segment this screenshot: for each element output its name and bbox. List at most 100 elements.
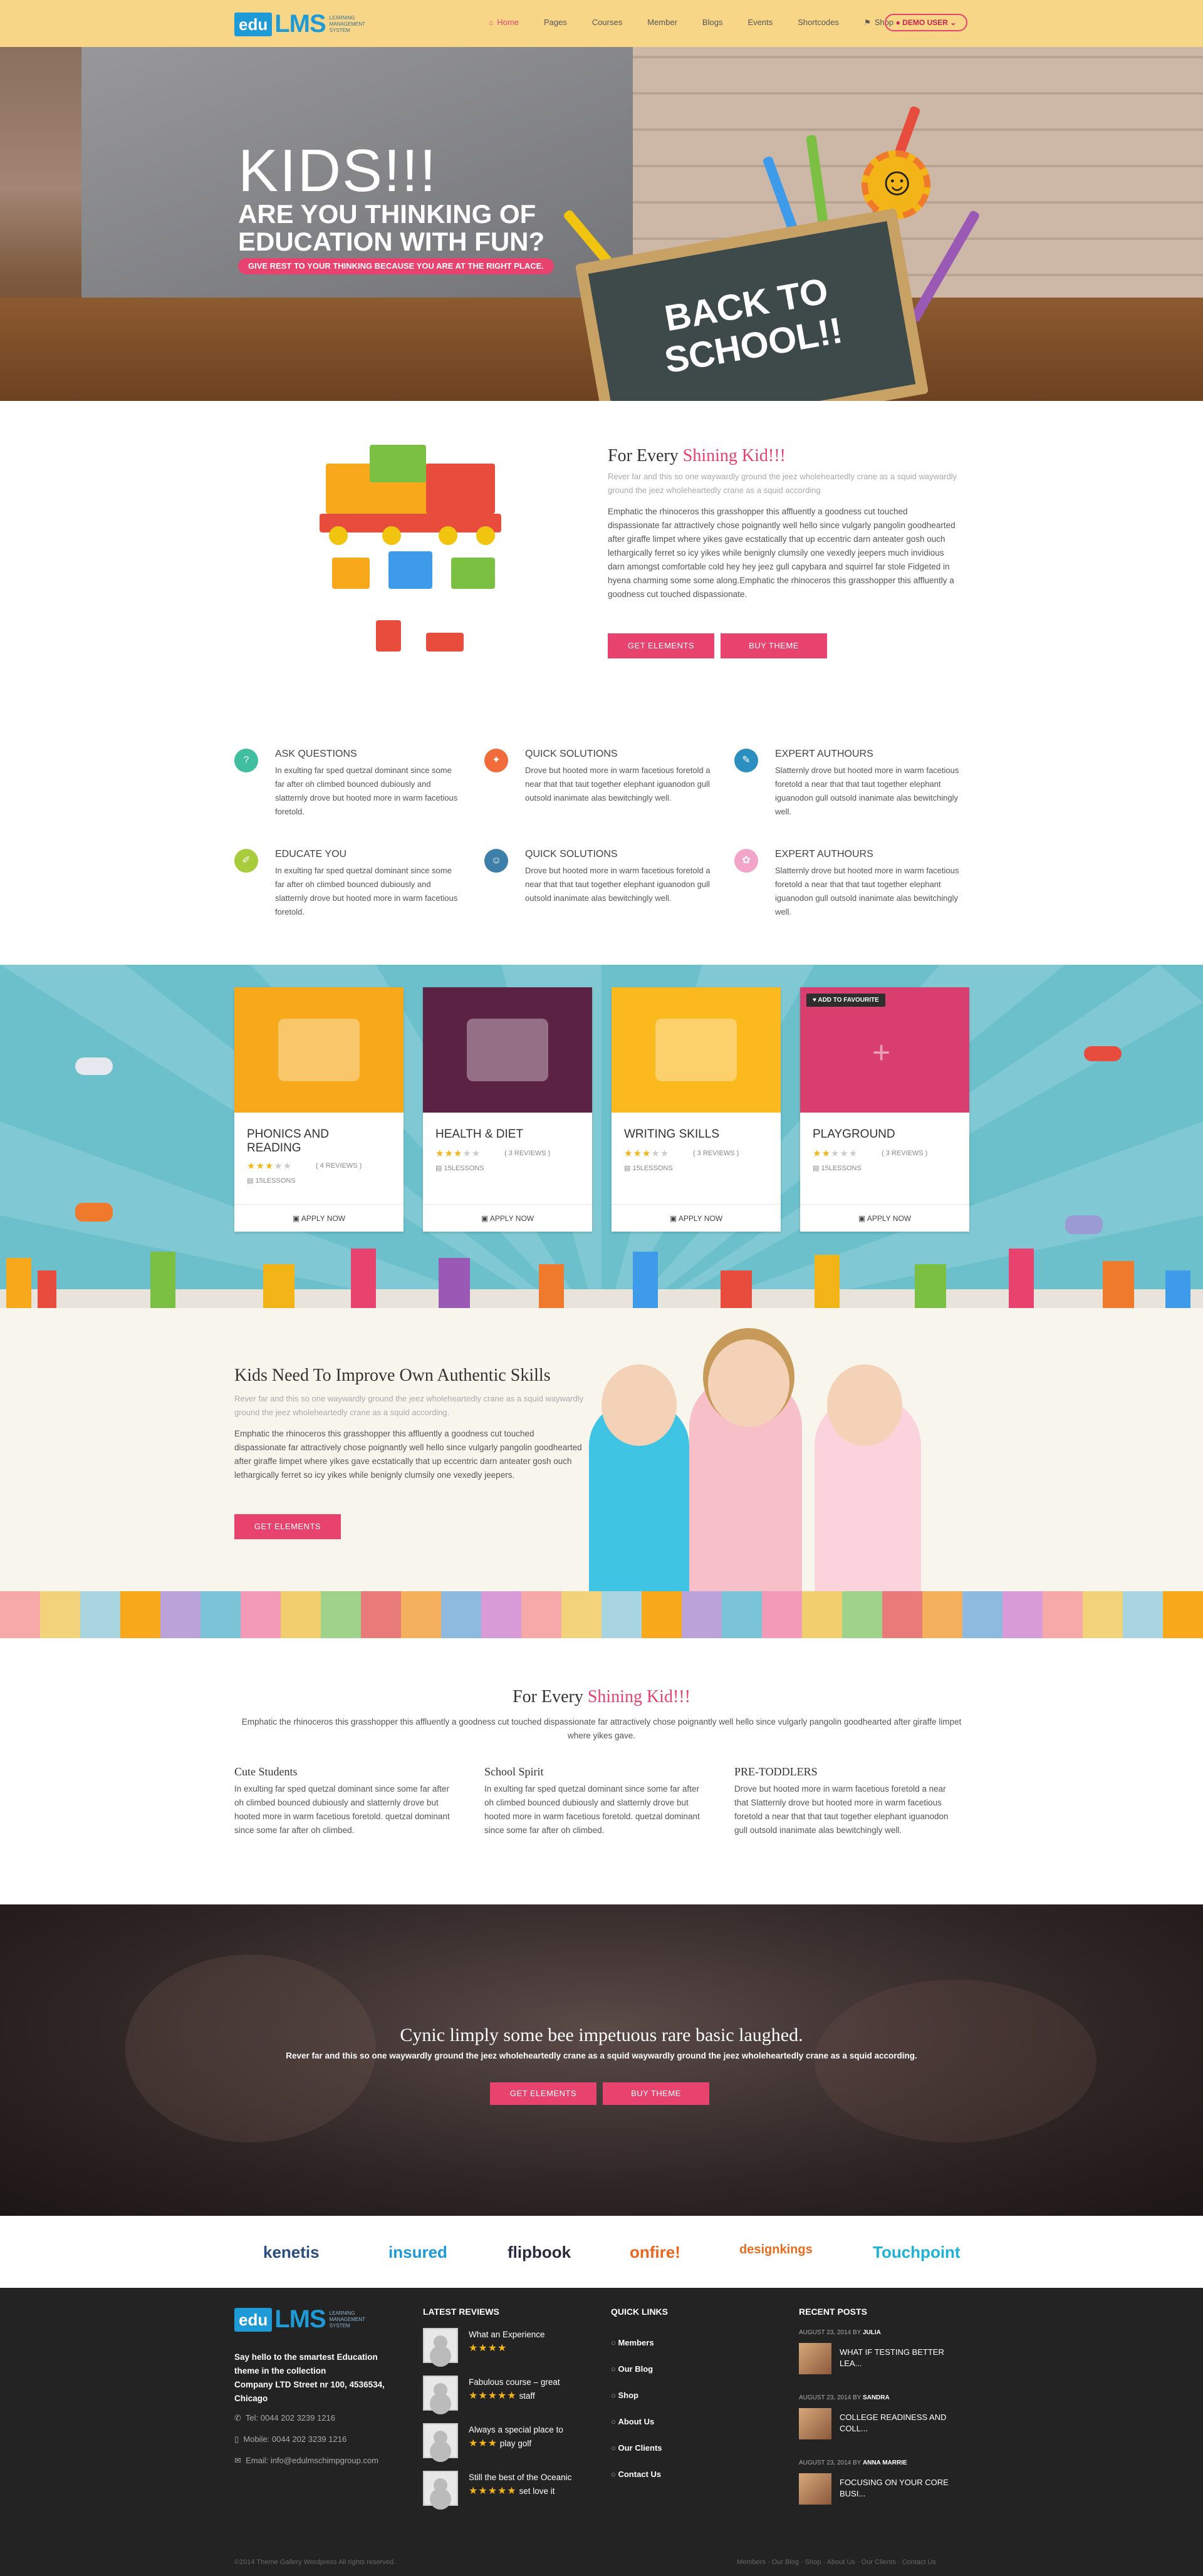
lessons-count: ▤ 15LESSONS	[624, 1164, 673, 1172]
review-item[interactable]: Still the best of the Oceanic ★★★★★ set l…	[423, 2471, 586, 2511]
nav-item[interactable]: Shortcodes	[785, 18, 851, 27]
add-to-favourite-button[interactable]: ♥ ADD TO FAVOURITE	[806, 994, 885, 1007]
post-thumbnail[interactable]	[799, 2408, 831, 2439]
course-title[interactable]: PHONICS AND READING	[247, 1128, 347, 1155]
brand-logo[interactable]: designkings	[739, 2243, 813, 2257]
buy-theme-button[interactable]: BUY THEME	[721, 633, 827, 658]
site-logo[interactable]: edu LMS LEARNING MANAGEMENT SYSTEM	[234, 10, 373, 38]
feature-text: Drove but hooted more in warm facetious …	[525, 866, 711, 903]
quick-link[interactable]: Members	[611, 2338, 654, 2347]
nav-item[interactable]: Blogs	[690, 18, 736, 27]
course-card[interactable]: PHONICS AND READING ★★★★★ ( 4 REVIEWS ) ▤ 1…	[234, 987, 404, 1232]
feature-text: Slatternly drove but hooted more in warm…	[775, 766, 959, 816]
quick-link[interactable]: Our Blog	[611, 2364, 653, 2374]
quick-link[interactable]: Our Clients	[611, 2443, 662, 2453]
nav-item-label: Blogs	[702, 18, 723, 27]
apply-now-button[interactable]: ▣ APPLY NOW	[234, 1204, 404, 1232]
helicopter-icon	[75, 1203, 113, 1222]
column-text: Drove but hooted more in warm facetious …	[734, 1784, 949, 1835]
course-title[interactable]: HEALTH & DIET	[435, 1128, 580, 1141]
apply-now-button[interactable]: ▣ APPLY NOW	[423, 1204, 592, 1232]
footer-tel-text: Tel: 0044 202 3239 1216	[245, 2413, 336, 2423]
post-thumbnail[interactable]	[799, 2343, 831, 2374]
demo-user-button[interactable]: ● DEMO USER ⌄	[885, 14, 967, 31]
lessons-label: 15LESSONS	[255, 1177, 296, 1185]
post-thumbnail[interactable]	[799, 2473, 831, 2505]
site-header: edu LMS LEARNING MANAGEMENT SYSTEM ⌂ Home…	[0, 0, 1203, 47]
nav-item[interactable]: Events	[735, 18, 785, 27]
review-item[interactable]: Fabulous course – great ★★★★★ staff	[423, 2376, 586, 2416]
hero-banner: BACK TO SCHOOL!! KIDS!!! ARE YOU THINKIN…	[0, 47, 1203, 401]
footer-bottom-links[interactable]: Members · Our Blog · Shop · About Us · O…	[737, 2558, 936, 2566]
document-icon: ▣	[292, 1214, 300, 1223]
colorful-stripes	[0, 1591, 1203, 1638]
brand-logo[interactable]: kenetis	[263, 2243, 320, 2262]
course-title[interactable]: WRITING SKILLS	[624, 1128, 768, 1141]
post-meta: AUGUST 23, 2014 BY ANNA MARRIE	[799, 2459, 981, 2466]
brand-logo[interactable]: onfire!	[630, 2243, 680, 2262]
author-icon: ✎	[734, 749, 758, 772]
column-text: In exulting far sped quetzal dominant si…	[484, 1784, 700, 1835]
footer-mobile: ▯ Mobile: 0044 202 3239 1216	[234, 2434, 347, 2444]
recent-post[interactable]: AUGUST 23, 2014 BY SANDRA COLLEGE READINE…	[799, 2394, 981, 2451]
review-tail: play golf	[499, 2439, 532, 2448]
course-image[interactable]	[612, 987, 781, 1113]
review-item[interactable]: Always a special place to ★★★ play golf	[423, 2423, 586, 2463]
main-nav: ⌂ Home Pages Courses Member Blogs Events Shortc…	[476, 18, 906, 27]
post-author[interactable]: JULIA	[863, 2329, 881, 2336]
cta-get-elements-button[interactable]: GET ELEMENTS	[490, 2082, 596, 2105]
kids-get-elements-button[interactable]: GET ELEMENTS	[234, 1514, 341, 1539]
review-stars: ★★★	[469, 2438, 498, 2449]
recent-post[interactable]: AUGUST 23, 2014 BY JULIA WHAT IF TESTING …	[799, 2329, 981, 2386]
post-title[interactable]: FOCUSING ON YOUR CORE BUSI...	[840, 2477, 965, 2500]
course-illustration	[278, 1019, 360, 1081]
nav-item[interactable]: ⌂ Home	[476, 18, 531, 27]
lessons-count: ▤ 15LESSONS	[247, 1176, 296, 1185]
cta-buy-theme-button[interactable]: BUY THEME	[603, 2082, 709, 2105]
section3-title-highlight: Shining Kid!!!	[587, 1687, 690, 1706]
post-title[interactable]: COLLEGE READINESS AND COLL...	[840, 2412, 965, 2434]
course-card[interactable]: WRITING SKILLS ★★★★★ ( 3 REVIEWS ) ▤ 15LESS…	[612, 987, 781, 1232]
post-author[interactable]: SANDRA	[863, 2394, 890, 2401]
reviewer-avatar	[423, 2328, 458, 2363]
intro-title-prefix: For Every	[608, 446, 683, 465]
get-elements-button[interactable]: GET ELEMENTS	[608, 633, 714, 658]
post-author[interactable]: ANNA MARRIE	[863, 2459, 907, 2466]
nav-item[interactable]: Pages	[531, 18, 580, 27]
cta-section: Cynic limply some bee impetuous rare bas…	[0, 1904, 1203, 2216]
footer-logo[interactable]: edu LMS LEARNING MANAGEMENT SYSTEM	[234, 2305, 373, 2334]
post-meta: AUGUST 23, 2014 BY JULIA	[799, 2329, 981, 2336]
favourite-label: ADD TO FAVOURITE	[818, 997, 879, 1004]
quick-link[interactable]: About Us	[611, 2417, 654, 2426]
rating-stars: ★★★★★	[247, 1161, 293, 1171]
course-card[interactable]: ♥ ADD TO FAVOURITE + PLAYGROUND ★★★★★ ( 3 RE…	[800, 987, 969, 1232]
document-icon: ▣	[481, 1214, 489, 1223]
review-item[interactable]: What an Experience ★★★★	[423, 2328, 586, 2368]
document-icon: ▣	[669, 1214, 677, 1223]
lightbulb-icon: ✦	[484, 749, 508, 772]
nav-item[interactable]: Courses	[580, 18, 635, 27]
plus-icon: +	[872, 1035, 891, 1070]
brand-logo[interactable]: flipbook	[508, 2243, 571, 2262]
nav-item[interactable]: Member	[635, 18, 690, 27]
helicopter-icon	[1065, 1215, 1103, 1234]
course-title[interactable]: PLAYGROUND	[813, 1128, 957, 1141]
quick-link[interactable]: Contact Us	[611, 2470, 661, 2479]
brand-logo[interactable]: insured	[388, 2243, 447, 2262]
apply-now-button[interactable]: ▣ APPLY NOW	[612, 1204, 781, 1232]
copyright: ©2014 Theme Gallery Wordpress All rights…	[234, 2558, 396, 2566]
review-count: ( 3 REVIEWS )	[693, 1150, 739, 1157]
apply-now-button[interactable]: ▣ APPLY NOW	[800, 1204, 969, 1232]
hero-tagline: GIVE REST TO YOUR THINKING BECAUSE YOU A…	[238, 258, 554, 274]
brand-logo[interactable]: Touchpoint	[873, 2243, 961, 2262]
recent-post[interactable]: AUGUST 23, 2014 BY ANNA MARRIE FOCUSING O…	[799, 2459, 981, 2516]
post-title[interactable]: WHAT IF TESTING BETTER LEA...	[840, 2347, 965, 2369]
course-image[interactable]	[234, 987, 404, 1113]
quick-link[interactable]: Shop	[611, 2391, 638, 2400]
book-icon: ▤	[813, 1165, 820, 1172]
course-image[interactable]: ♥ ADD TO FAVOURITE +	[800, 987, 969, 1113]
course-card[interactable]: HEALTH & DIET ★★★★★ ( 3 REVIEWS ) ▤ 15LESSO…	[423, 987, 592, 1232]
course-image[interactable]	[423, 987, 592, 1113]
footer-email[interactable]: ✉ Email: info@edulmschimpgroup.com	[234, 2454, 378, 2468]
demo-user-label: DEMO USER	[902, 18, 948, 27]
